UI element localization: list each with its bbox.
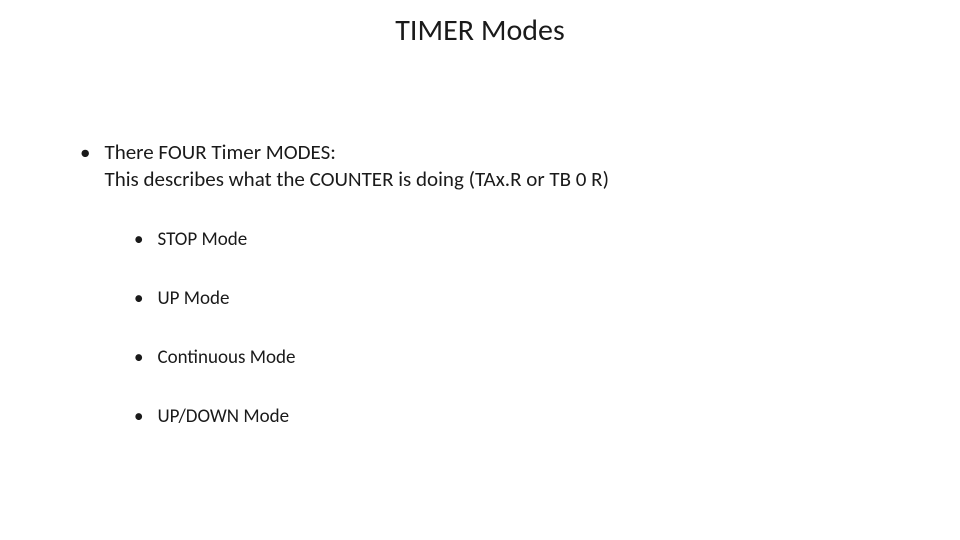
intro-line-1: There FOUR Timer MODES: [104,139,608,166]
list-item: • STOP Mode [134,227,960,252]
bullet-icon: • [134,345,143,370]
content-area: • There FOUR Timer MODES: This describes… [0,139,960,429]
bullet-icon: • [80,139,90,166]
bullet-icon: • [134,404,143,429]
intro-text: There FOUR Timer MODES: This describes w… [104,139,608,193]
slide-title: TIMER Modes [0,12,960,49]
mode-label: UP Mode [157,286,229,311]
list-item: • Continuous Mode [134,345,960,370]
mode-label: UP/DOWN Mode [157,404,289,429]
list-item: • UP Mode [134,286,960,311]
bullet-icon: • [134,227,143,252]
list-item: • UP/DOWN Mode [134,404,960,429]
modes-list: • STOP Mode • UP Mode • Continuous Mode … [80,227,960,429]
bullet-icon: • [134,286,143,311]
intro-line-2: This describes what the COUNTER is doing… [104,166,608,193]
slide-container: TIMER Modes • There FOUR Timer MODES: Th… [0,0,960,540]
mode-label: Continuous Mode [157,345,295,370]
intro-bullet: • There FOUR Timer MODES: This describes… [80,139,960,193]
mode-label: STOP Mode [157,227,247,252]
